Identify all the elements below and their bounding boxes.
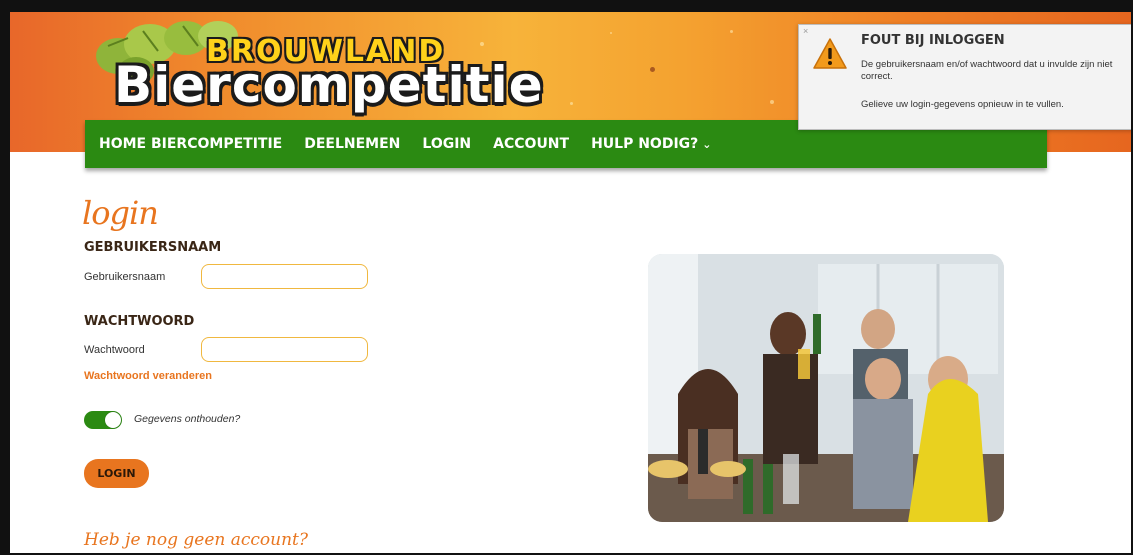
login-error-alert: × FOUT BIJ INLOGGEN De gebruikersnaam en… (798, 24, 1131, 130)
nav-item-home[interactable]: HOME BIERCOMPETITIE (99, 136, 282, 152)
nav-item-help-label: HULP NODIG? (591, 136, 699, 152)
alert-message: De gebruikersnaam en/of wachtwoord dat u… (861, 59, 1113, 82)
nav-item-help[interactable]: HULP NODIG? ⌄ (591, 136, 711, 152)
remember-toggle[interactable] (84, 411, 122, 429)
username-label: Gebruikersnaam (84, 271, 166, 283)
password-input[interactable] (201, 337, 368, 362)
password-label: Wachtwoord (84, 344, 145, 356)
nav-item-login[interactable]: LOGIN (422, 136, 471, 152)
nav-item-deelnemen[interactable]: DEELNEMEN (304, 136, 400, 152)
login-button[interactable]: LOGIN (84, 459, 149, 488)
page-title: login (82, 194, 159, 232)
change-password-link[interactable]: Wachtwoord veranderen (84, 370, 212, 382)
nav-item-account[interactable]: ACCOUNT (493, 136, 569, 152)
remember-label: Gegevens onthouden? (134, 413, 241, 425)
people-cheering-photo (648, 254, 1004, 522)
close-icon[interactable]: × (803, 26, 808, 36)
no-account-heading: Heb je nog geen account? (84, 530, 308, 550)
username-heading: GEBRUIKERSNAAM (84, 240, 222, 255)
alert-title: FOUT BIJ INLOGGEN (861, 33, 1005, 48)
browser-page: BROUWLAND Biercompetitie HOME BIERCOMPET… (0, 0, 1133, 555)
alert-hint: Gelieve uw login-gegevens opnieuw in te … (861, 99, 1064, 110)
warning-icon (813, 38, 847, 69)
toggle-knob (105, 412, 121, 428)
password-heading: WACHTWOORD (84, 314, 195, 329)
username-input[interactable] (201, 264, 368, 289)
chevron-down-icon: ⌄ (702, 138, 712, 151)
brand-main-text[interactable]: Biercompetitie (114, 56, 544, 114)
